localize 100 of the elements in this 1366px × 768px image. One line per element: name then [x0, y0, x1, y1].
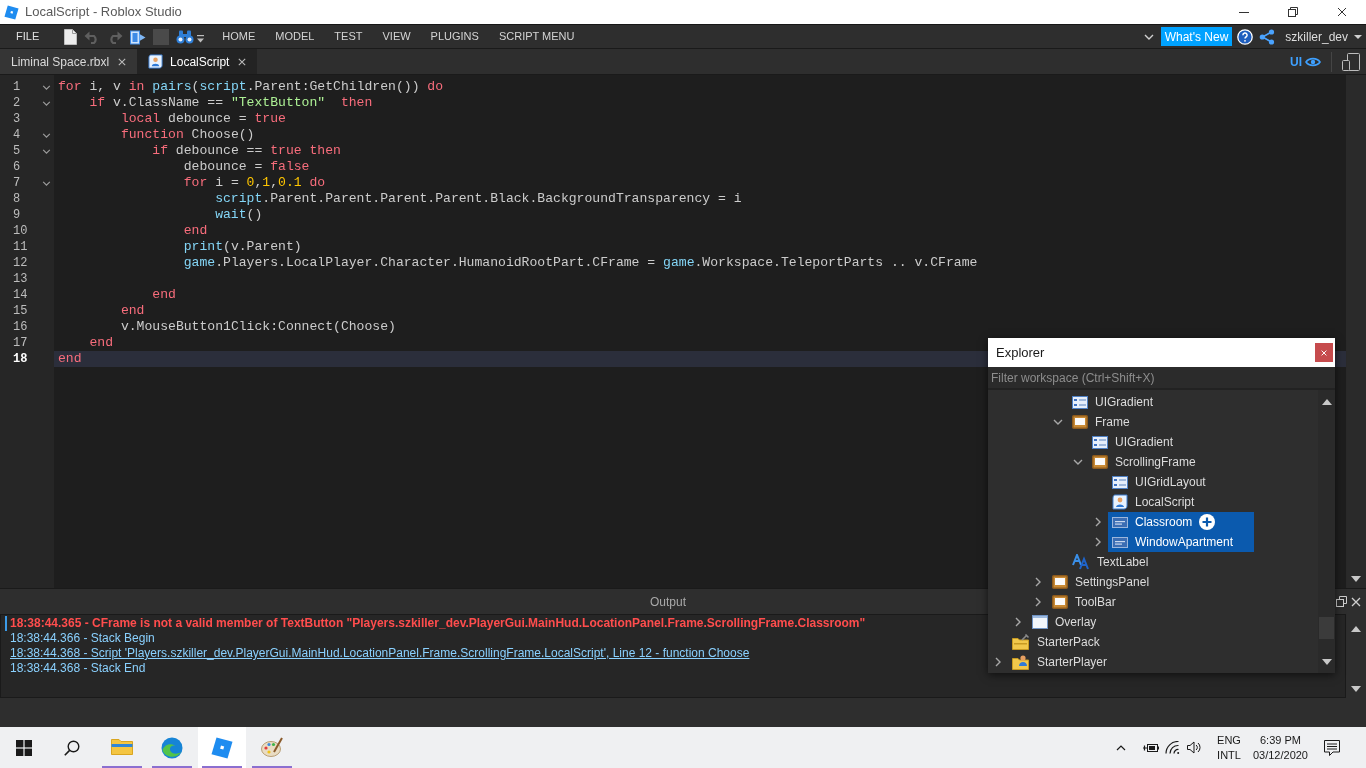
tree-item[interactable]: Classroom — [1108, 512, 1254, 532]
document-icon[interactable] — [64, 28, 78, 45]
palette-icon[interactable] — [261, 737, 283, 757]
line-number: 18 — [13, 351, 28, 367]
close-icon[interactable] — [1336, 7, 1347, 17]
ribbon-tab[interactable]: MODEL — [265, 25, 325, 48]
fold-chevron-icon[interactable] — [41, 132, 51, 138]
tree-item[interactable]: UIGradient — [1088, 432, 1180, 452]
help-icon[interactable] — [1237, 28, 1254, 45]
tree-item[interactable]: StarterPack — [1008, 632, 1106, 652]
stack-trace-link[interactable]: 18:38:44.368 - Script 'Players.szkiller_dev.PlayerGui.MainHud.LocationPanel.Frame.ScrollingFrame.LocalScript', Line 12 - function Choose — [5, 646, 750, 661]
ribbon-tab[interactable]: PLUGINS — [420, 25, 489, 48]
tree-chevron-icon[interactable] — [1095, 517, 1101, 527]
battery-icon[interactable] — [1143, 741, 1160, 754]
close-button[interactable] — [1315, 343, 1333, 362]
arrow-down-icon[interactable] — [1351, 686, 1361, 692]
code-line: print(v.Parent) — [183, 239, 302, 255]
ribbon-tab[interactable]: VIEW — [372, 25, 421, 48]
restore-icon[interactable] — [1287, 7, 1298, 17]
filter-field[interactable]: Filter workspace (Ctrl+Shift+X) — [988, 367, 1335, 388]
dropdown-caret-icon[interactable] — [197, 34, 205, 43]
app-logo-icon[interactable] — [211, 737, 233, 759]
tree-item[interactable]: StarterPlayer — [1008, 652, 1114, 672]
float-icon[interactable] — [1336, 596, 1347, 607]
ribbon-tab[interactable]: TEST — [324, 25, 373, 48]
line-number: 15 — [13, 303, 28, 319]
arrow-up-icon[interactable] — [1351, 626, 1361, 632]
tree-chevron-icon[interactable] — [1095, 537, 1101, 547]
tree-item[interactable]: Overlay — [1028, 612, 1103, 632]
panel-title: Output — [650, 593, 686, 611]
tree-item[interactable]: SettingsPanel — [1048, 572, 1156, 592]
browser-icon[interactable] — [161, 737, 183, 759]
devices-icon[interactable] — [1342, 52, 1360, 71]
code-line: end — [183, 223, 208, 239]
tree-chevron-icon[interactable] — [1015, 617, 1021, 627]
tree-chevron-icon[interactable] — [1035, 577, 1041, 587]
caret-icon[interactable] — [1354, 34, 1362, 39]
tree-chevron-icon[interactable] — [1053, 419, 1063, 425]
scrollbar-thumb[interactable] — [1319, 617, 1334, 639]
tree-chevron-icon[interactable] — [995, 657, 1001, 667]
line-number: 16 — [13, 319, 28, 335]
arrow-up-icon[interactable] — [1321, 399, 1332, 405]
blocks-icon[interactable] — [130, 28, 147, 45]
tree-item[interactable]: Frame — [1068, 412, 1136, 432]
tree-item[interactable]: TextLabel — [1068, 552, 1155, 572]
close-icon[interactable] — [118, 57, 127, 66]
tree-item[interactable]: WindowApartment — [1108, 532, 1254, 552]
line-number: 6 — [13, 159, 21, 175]
list-icon — [1092, 435, 1108, 449]
document-tab[interactable]: LocalScript — [137, 49, 258, 74]
taskbar-app[interactable] — [198, 727, 246, 768]
fold-chevron-icon[interactable] — [41, 148, 51, 154]
start-icon[interactable] — [16, 739, 32, 756]
code-line: for i = 0,1,0.1 do — [183, 175, 326, 191]
ribbon-tab[interactable]: HOME — [212, 25, 266, 48]
app-logo-icon — [4, 4, 19, 20]
frame-icon — [1092, 455, 1108, 469]
fold-chevron-icon[interactable] — [41, 100, 51, 106]
code-line: game.Players.LocalPlayer.Character.HumanoidRootPart.CFrame = game.Workspace.TeleportParts .. v.CFrame — [183, 255, 978, 271]
tree-chevron-icon[interactable] — [1073, 459, 1083, 465]
line-number: 14 — [13, 287, 28, 303]
share-icon[interactable] — [1259, 28, 1276, 45]
minimize-icon[interactable] — [1238, 11, 1249, 13]
notification-icon[interactable] — [1324, 739, 1340, 756]
language-button[interactable]: ENG INTL — [1211, 732, 1247, 763]
script-icon — [148, 54, 164, 69]
volume-icon[interactable] — [1187, 741, 1203, 754]
code-line: function Choose() — [120, 127, 255, 143]
tree-item[interactable]: UIGradient — [1068, 392, 1160, 412]
document-tab[interactable]: Liminal Space.rbxl — [0, 49, 138, 74]
add-icon[interactable] — [1199, 514, 1216, 530]
folder-icon[interactable] — [111, 737, 133, 755]
tree-item[interactable]: UIGridLayout — [1108, 472, 1212, 492]
chevron-down-icon[interactable] — [1143, 33, 1154, 40]
line-number: 3 — [13, 111, 21, 127]
close-icon[interactable] — [238, 57, 247, 66]
tree-item[interactable]: ToolBar — [1048, 592, 1122, 612]
line-number: 4 — [13, 127, 21, 143]
window-title: LocalScript - Roblox Studio — [25, 3, 182, 22]
arrow-down-icon[interactable] — [1321, 659, 1332, 665]
arrow-down-icon[interactable] — [1351, 576, 1361, 582]
file-menu[interactable]: FILE — [8, 28, 48, 45]
clock-button[interactable]: 6:39 PM 03/12/2020 — [1246, 732, 1314, 763]
search-icon[interactable] — [64, 739, 80, 756]
frame-icon — [1072, 415, 1088, 429]
scrollbar[interactable] — [1346, 75, 1366, 588]
chevron-up-icon[interactable] — [1116, 744, 1127, 751]
eye-icon[interactable] — [1305, 56, 1321, 67]
tree-chevron-icon[interactable] — [1035, 597, 1041, 607]
line-number: 8 — [13, 191, 21, 207]
scrollbar[interactable] — [1318, 390, 1335, 673]
fold-chevron-icon[interactable] — [41, 180, 51, 186]
user-menu-button[interactable]: szkiller_dev — [1285, 27, 1362, 46]
binoculars-icon[interactable] — [176, 29, 195, 44]
wifi-icon[interactable] — [1165, 741, 1181, 754]
ui-visibility-toggle[interactable]: UI — [1290, 52, 1321, 71]
fold-chevron-icon[interactable] — [41, 84, 51, 90]
ribbon-tab[interactable]: SCRIPT MENU — [488, 25, 585, 48]
tree-item[interactable]: LocalScript — [1108, 492, 1201, 512]
tree-item[interactable]: ScrollingFrame — [1088, 452, 1202, 472]
